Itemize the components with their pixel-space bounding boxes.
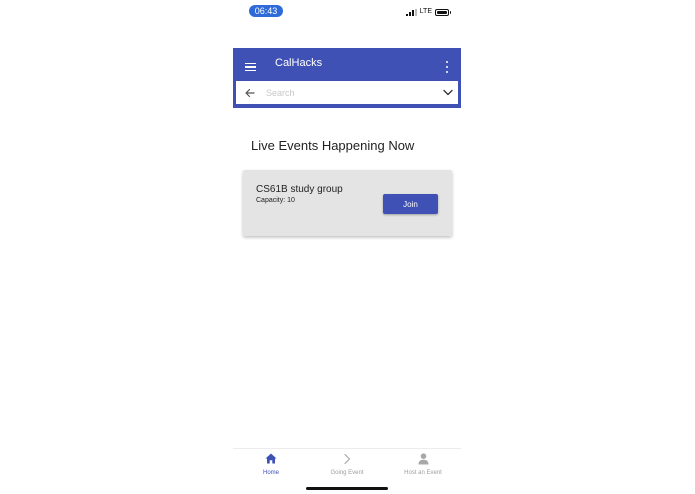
- nav-item-host-event[interactable]: Host an Event: [385, 449, 461, 478]
- section-title: Live Events Happening Now: [251, 138, 415, 153]
- home-indicator: [306, 487, 388, 490]
- battery-icon: [435, 8, 451, 16]
- signal-icon: [405, 8, 417, 16]
- nav-label-home: Home: [262, 470, 279, 476]
- status-time: 06:43: [249, 5, 283, 17]
- home-icon: [264, 452, 278, 465]
- join-button[interactable]: Join: [383, 194, 438, 214]
- event-card: CS61B study group Capacity: 10 Join: [243, 170, 452, 236]
- event-name: CS61B study group: [256, 184, 343, 195]
- more-icon[interactable]: [443, 61, 451, 73]
- nav-item-home[interactable]: Home: [233, 449, 309, 478]
- menu-icon[interactable]: [245, 62, 257, 72]
- nav-label-host-event: Host an Event: [404, 470, 442, 476]
- app-bar: CalHacks: [233, 48, 461, 108]
- nav-item-going-event[interactable]: Going Event: [309, 449, 385, 478]
- phone-screen: 06:43 LTE CalHacks Live Events Ha: [233, 0, 461, 494]
- chevron-down-icon[interactable]: [438, 81, 458, 104]
- network-label: LTE: [419, 8, 432, 15]
- back-icon[interactable]: [236, 81, 264, 104]
- person-icon: [416, 452, 430, 465]
- search-bar: [236, 81, 458, 104]
- search-input[interactable]: [264, 82, 438, 103]
- chevron-right-icon: [340, 452, 354, 465]
- status-indicators: LTE: [405, 7, 451, 17]
- event-capacity: Capacity: 10: [256, 197, 295, 204]
- status-bar: 06:43 LTE: [233, 0, 461, 24]
- bottom-nav: Home Going Event Host an Event: [233, 448, 461, 478]
- nav-label-going-event: Going Event: [330, 470, 364, 476]
- app-title: CalHacks: [275, 57, 323, 69]
